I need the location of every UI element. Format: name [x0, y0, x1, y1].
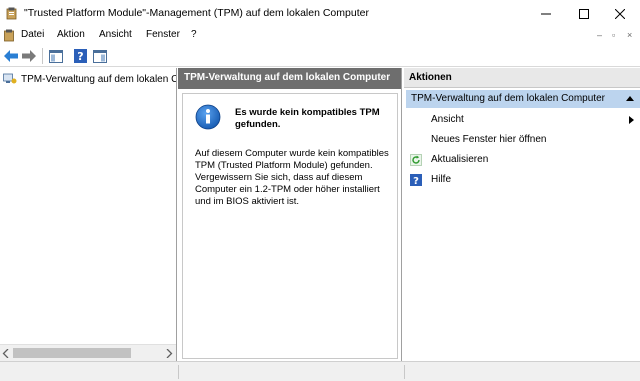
svg-text:?: ?	[413, 176, 419, 186]
minimize-icon	[541, 13, 551, 15]
toolbar: ?	[0, 45, 640, 67]
action-refresh[interactable]: Aktualisieren	[404, 152, 640, 168]
menu-fenster[interactable]: Fenster	[146, 29, 180, 40]
tree-item-tpm-root[interactable]: TPM-Verwaltung auf dem lokalen Computer	[3, 71, 176, 87]
title-bar[interactable]: "Trusted Platform Module"-Management (TP…	[0, 0, 640, 28]
action-ansicht[interactable]: Ansicht	[404, 112, 640, 128]
menu-bar: Datei Aktion Ansicht Fenster ? – ▫ ×	[0, 28, 640, 44]
help-icon: ?	[410, 174, 422, 186]
close-button[interactable]	[600, 0, 640, 28]
action-label: Hilfe	[431, 174, 452, 185]
result-pane: TPM-Verwaltung auf dem lokalen Computer …	[178, 68, 402, 361]
svg-text:?: ?	[77, 50, 83, 63]
horizontal-scrollbar[interactable]	[0, 344, 176, 361]
status-bar-divider	[404, 365, 405, 379]
back-arrow-icon	[4, 50, 18, 62]
back-button[interactable]	[3, 48, 19, 64]
console-tree[interactable]: TPM-Verwaltung auf dem lokalen Computer	[0, 68, 177, 361]
window-title: "Trusted Platform Module"-Management (TP…	[24, 7, 369, 19]
message-panel: Es wurde kein kompatibles TPM gefunden. …	[182, 93, 398, 359]
help-button[interactable]: ?	[72, 48, 88, 64]
submenu-arrow-icon	[629, 116, 634, 124]
actions-header: Aktionen	[404, 68, 640, 88]
show-hide-tree-icon	[49, 49, 63, 63]
collapse-up-icon[interactable]	[626, 96, 634, 101]
maximize-button[interactable]	[564, 0, 604, 28]
mdi-minimize-button[interactable]: –	[597, 30, 602, 40]
console-document-icon[interactable]	[4, 29, 15, 42]
mdi-close-button[interactable]: ×	[627, 30, 632, 40]
app-icon	[6, 7, 17, 20]
mdi-restore-button[interactable]: ▫	[612, 30, 615, 40]
scrollbar-thumb[interactable]	[13, 348, 131, 358]
show-hide-tree-button[interactable]	[48, 48, 64, 64]
toolbar-separator	[42, 48, 43, 64]
actions-pane: Aktionen TPM-Verwaltung auf dem lokalen …	[404, 68, 640, 361]
menu-ansicht[interactable]: Ansicht	[99, 29, 132, 40]
actions-section-title: TPM-Verwaltung auf dem lokalen Computer	[411, 93, 605, 104]
maximize-icon	[579, 9, 589, 19]
tpm-management-icon	[3, 73, 17, 84]
close-icon	[615, 9, 625, 19]
menu-help[interactable]: ?	[191, 29, 197, 40]
menu-datei[interactable]: Datei	[21, 29, 44, 40]
action-label: Ansicht	[431, 114, 464, 125]
action-label: Aktualisieren	[431, 154, 489, 165]
scroll-right-icon[interactable]	[165, 349, 173, 358]
tree-item-label: TPM-Verwaltung auf dem lokalen Computer	[21, 73, 176, 85]
forward-arrow-icon	[22, 50, 36, 62]
info-icon	[195, 104, 221, 130]
show-hide-action-pane-icon	[93, 49, 107, 63]
status-bar	[0, 361, 640, 381]
refresh-icon	[410, 154, 422, 166]
action-new-window[interactable]: Neues Fenster hier öffnen	[404, 132, 640, 148]
show-hide-action-pane-button[interactable]	[92, 48, 108, 64]
help-icon: ?	[73, 49, 87, 63]
minimize-button[interactable]	[526, 0, 566, 28]
result-pane-header: TPM-Verwaltung auf dem lokalen Computer	[178, 68, 401, 89]
actions-section-tpm[interactable]: TPM-Verwaltung auf dem lokalen Computer	[406, 90, 640, 108]
action-label: Neues Fenster hier öffnen	[431, 134, 547, 145]
message-title: Es wurde kein kompatibles TPM gefunden.	[235, 107, 380, 130]
forward-button[interactable]	[21, 48, 37, 64]
action-help[interactable]: ? Hilfe	[404, 172, 640, 188]
status-bar-divider	[178, 365, 179, 379]
menu-aktion[interactable]: Aktion	[57, 29, 85, 40]
scroll-left-icon[interactable]	[2, 349, 10, 358]
message-body: Auf diesem Computer wurde kein kompatibl…	[195, 148, 389, 207]
